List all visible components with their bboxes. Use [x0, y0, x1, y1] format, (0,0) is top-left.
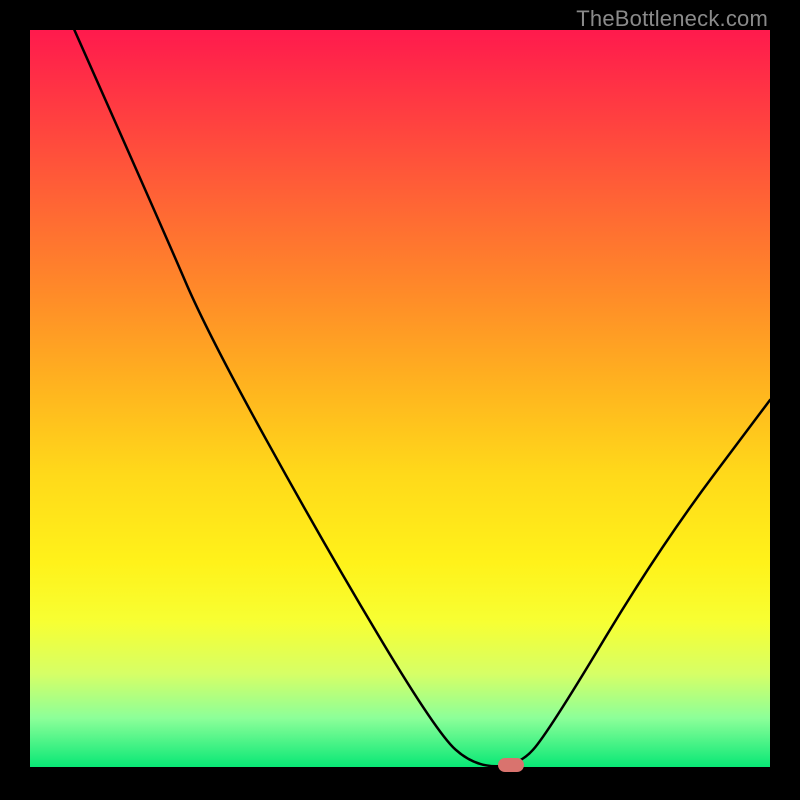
chart-frame: TheBottleneck.com — [0, 0, 800, 800]
optimal-point-marker — [498, 758, 524, 772]
watermark-text: TheBottleneck.com — [576, 6, 768, 32]
plot-area — [30, 30, 770, 770]
bottleneck-curve — [30, 30, 770, 770]
curve-path — [74, 30, 770, 766]
